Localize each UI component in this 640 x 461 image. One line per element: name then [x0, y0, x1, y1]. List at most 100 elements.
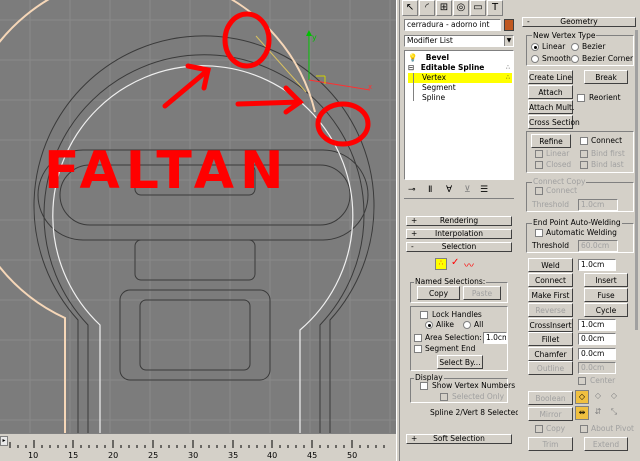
all-radio[interactable]: [463, 321, 471, 329]
copy-button[interactable]: Copy: [417, 286, 460, 300]
mirror-both-icon[interactable]: ⤡: [607, 406, 621, 420]
paste-button[interactable]: Paste: [463, 286, 501, 300]
automatic-welding-checkbox[interactable]: [535, 229, 543, 237]
lightbulb-icon[interactable]: 💡: [408, 53, 417, 62]
cross-insert-field[interactable]: 1.0cm: [578, 319, 616, 331]
connect-button[interactable]: Connect: [528, 273, 573, 287]
selected-only-checkbox[interactable]: [440, 393, 448, 401]
weld-field[interactable]: 1.0cm: [578, 259, 616, 271]
make-first-button[interactable]: Make First: [528, 288, 573, 302]
lock-handles-checkbox[interactable]: [420, 311, 428, 319]
selected-only-label: Selected Only: [452, 392, 505, 401]
viewport-canvas[interactable]: y x FALTAN: [0, 0, 396, 433]
outline-field[interactable]: 0.0cm: [578, 362, 616, 374]
connect-checkbox[interactable]: [580, 137, 588, 145]
modifier-list-dropdown[interactable]: Modifier List ▼: [404, 35, 514, 47]
utilities-tab-icon[interactable]: T: [487, 0, 503, 16]
cycle-button[interactable]: Cycle: [584, 303, 628, 317]
chamfer-field[interactable]: 0.0cm: [578, 348, 616, 360]
linear-checkbox[interactable]: [535, 150, 543, 158]
chamfer-button[interactable]: Chamfer: [528, 347, 573, 361]
stack-item-editable-spline[interactable]: ⊟ Editable Spline ∴: [408, 63, 512, 73]
motion-tab-icon[interactable]: ◎: [453, 0, 469, 16]
insert-button[interactable]: Insert: [584, 273, 628, 287]
hierarchy-tab-icon[interactable]: ⊞: [436, 0, 452, 16]
refine-button[interactable]: Refine: [531, 134, 571, 148]
chevron-down-icon[interactable]: ▼: [504, 36, 513, 46]
cross-section-button[interactable]: Cross Section: [528, 115, 580, 129]
weld-threshold-field[interactable]: 60.0cm: [578, 240, 618, 252]
gizmo-y-label: y: [312, 33, 317, 42]
collapse-icon[interactable]: ⊟: [408, 63, 414, 72]
connect-threshold-field[interactable]: 1.0cm: [578, 199, 618, 211]
new-vertex-type-label: New Vertex Type: [532, 31, 597, 40]
vertex-level-icon[interactable]: ∴: [435, 258, 447, 270]
attach-mult-button[interactable]: Attach Mult.: [528, 100, 574, 114]
show-end-result-icon[interactable]: Ⅱ: [428, 185, 432, 195]
stack-item-segment[interactable]: Segment: [408, 83, 456, 93]
bind-first-checkbox[interactable]: [580, 150, 588, 158]
fillet-button[interactable]: Fillet: [528, 332, 573, 346]
bezier-radio[interactable]: [571, 43, 579, 51]
pin-stack-icon[interactable]: ⊸: [408, 185, 416, 195]
mirror-button[interactable]: Mirror: [528, 407, 573, 421]
intersection-icon[interactable]: ◇: [607, 390, 621, 404]
stack-item-bevel[interactable]: 💡 Bevel: [408, 53, 512, 63]
alike-radio[interactable]: [425, 321, 433, 329]
interpolation-rollout[interactable]: + Interpolation: [406, 229, 512, 239]
area-selection-checkbox[interactable]: [414, 334, 422, 342]
linear-radio[interactable]: [531, 43, 539, 51]
extend-button[interactable]: Extend: [584, 437, 628, 451]
smooth-label: Smooth: [542, 54, 571, 63]
area-selection-field[interactable]: 1.0cm: [483, 332, 507, 344]
weld-button[interactable]: Weld: [528, 258, 573, 272]
fuse-button[interactable]: Fuse: [584, 288, 628, 302]
modifier-stack[interactable]: 💡 Bevel ⊟ Editable Spline ∴ Vertex ∴ Seg…: [404, 50, 514, 180]
remove-modifier-icon[interactable]: ⊻: [464, 185, 471, 195]
outline-button[interactable]: Outline: [528, 361, 573, 375]
panel-scrollbar[interactable]: [635, 30, 638, 330]
select-by-button[interactable]: Select By...: [437, 355, 483, 369]
reorient-checkbox[interactable]: [577, 94, 585, 102]
boolean-button[interactable]: Boolean: [528, 391, 573, 405]
object-name-field[interactable]: cerradura - adorno int: [404, 19, 501, 31]
mirror-vertical-icon[interactable]: ⇵: [591, 406, 605, 420]
bezier-corner-radio[interactable]: [571, 55, 579, 63]
closed-checkbox[interactable]: [535, 161, 543, 169]
make-unique-icon[interactable]: ∀: [446, 185, 452, 195]
geometry-rollout[interactable]: - Geometry: [522, 17, 636, 27]
reverse-button[interactable]: Reverse: [528, 303, 573, 317]
viewport[interactable]: y x FALTAN: [0, 0, 396, 433]
modify-tab-icon[interactable]: ◜: [419, 0, 435, 16]
segment-end-checkbox[interactable]: [414, 345, 422, 353]
mirror-copy-checkbox[interactable]: [535, 425, 543, 433]
break-button[interactable]: Break: [584, 70, 628, 84]
create-tab-icon[interactable]: ↖: [402, 0, 418, 16]
smooth-radio[interactable]: [531, 55, 539, 63]
time-slider[interactable]: ▸ 10 15 20 25 30 35 40 45 50: [0, 433, 396, 461]
fillet-field[interactable]: 0.0cm: [578, 333, 616, 345]
configure-sets-icon[interactable]: ☰: [480, 185, 488, 195]
object-color-swatch[interactable]: [504, 19, 514, 31]
show-vertex-numbers-checkbox[interactable]: [420, 382, 428, 390]
rendering-rollout[interactable]: + Rendering: [406, 216, 512, 226]
display-tab-icon[interactable]: ▭: [470, 0, 486, 16]
union-icon[interactable]: ◇: [575, 390, 589, 404]
cross-insert-button[interactable]: CrossInsert: [528, 318, 573, 332]
mirror-horizontal-icon[interactable]: ⇹: [575, 406, 589, 420]
stack-item-vertex[interactable]: Vertex ∴: [408, 73, 512, 83]
segment-level-icon[interactable]: ✓: [451, 257, 459, 268]
subtraction-icon[interactable]: ◇: [591, 390, 605, 404]
about-pivot-checkbox[interactable]: [580, 425, 588, 433]
trim-button[interactable]: Trim: [528, 437, 573, 451]
soft-selection-rollout[interactable]: + Soft Selection: [406, 434, 512, 444]
bind-last-checkbox[interactable]: [580, 161, 588, 169]
selection-rollout[interactable]: - Selection: [406, 242, 512, 252]
editable-spline: [0, 0, 316, 433]
create-line-button[interactable]: Create Line: [528, 70, 573, 84]
center-checkbox[interactable]: [578, 377, 586, 385]
attach-button[interactable]: Attach: [528, 85, 573, 99]
bezier-label: Bezier: [582, 42, 606, 51]
spline-level-icon[interactable]: 〰: [464, 257, 474, 272]
connect-copy-checkbox[interactable]: [535, 187, 543, 195]
